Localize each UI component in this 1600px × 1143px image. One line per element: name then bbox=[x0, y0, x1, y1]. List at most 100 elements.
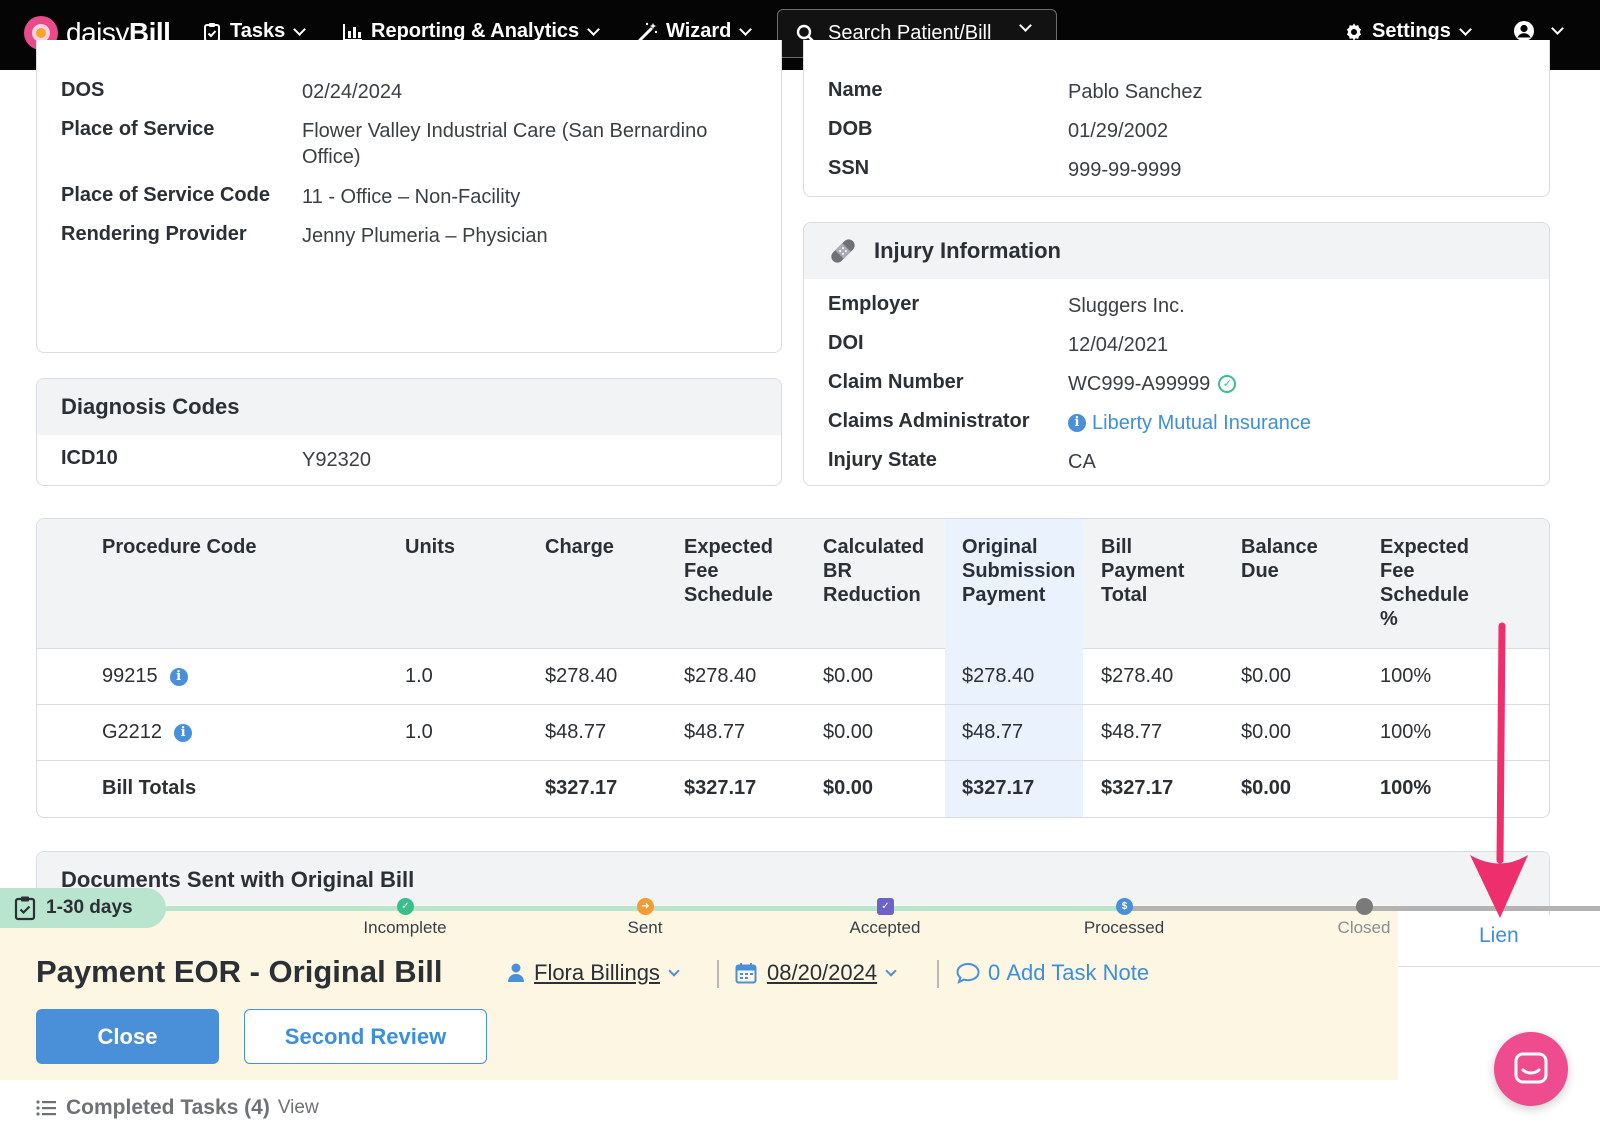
nav-user-menu[interactable] bbox=[1513, 20, 1564, 42]
total-efs-pct: 100% bbox=[1380, 777, 1432, 799]
due-date-value[interactable]: 08/20/2024 bbox=[767, 960, 877, 986]
total-osp: $327.17 bbox=[962, 777, 1035, 799]
th-calculated-br-reduction: Calculated BR Reduction bbox=[823, 535, 924, 607]
table-row: G2212 i 1.0 $48.77 $48.77 $0.00 $48.77 $… bbox=[37, 705, 1549, 761]
place-of-service-code-label: Place of Service Code bbox=[61, 184, 270, 206]
claims-admin-link[interactable]: i Liberty Mutual Insurance bbox=[1068, 410, 1311, 436]
claims-admin-value[interactable]: Liberty Mutual Insurance bbox=[1092, 410, 1311, 436]
procedure-code: G2212 bbox=[102, 721, 163, 743]
procedure-code: 99215 bbox=[102, 665, 158, 687]
th-expected-fee-schedule: Expected Fee Schedule bbox=[684, 535, 773, 607]
injury-info-header: Injury Information bbox=[804, 223, 1549, 279]
add-task-note-link[interactable]: 0 Add Task Note bbox=[956, 960, 1149, 986]
chat-support-button[interactable] bbox=[1494, 1032, 1568, 1106]
total-br: $0.00 bbox=[823, 777, 874, 799]
units-cell: 1.0 bbox=[405, 721, 433, 743]
days-badge: 1-30 days bbox=[0, 888, 166, 928]
th-line: Reduction bbox=[823, 584, 921, 606]
th-line: Expected bbox=[684, 536, 773, 558]
chat-icon bbox=[1513, 1051, 1549, 1087]
note-count[interactable]: 0 bbox=[988, 960, 1000, 986]
due-date-dropdown[interactable]: 08/20/2024 bbox=[735, 960, 897, 986]
efs-cell: $278.40 bbox=[684, 665, 757, 687]
add-task-note-label[interactable]: Add Task Note bbox=[1006, 960, 1149, 986]
th-line: Expected bbox=[1380, 536, 1469, 558]
step-label-closed: Closed bbox=[1337, 918, 1391, 937]
patient-ssn-value: 999-99-9999 bbox=[1068, 159, 1182, 181]
close-button[interactable]: Close bbox=[36, 1009, 219, 1064]
info-icon[interactable]: i bbox=[174, 723, 193, 742]
clipboard-check-icon bbox=[202, 22, 222, 42]
divider bbox=[717, 960, 719, 988]
comment-icon bbox=[956, 962, 980, 984]
chevron-down-icon bbox=[739, 22, 753, 36]
step-sent-arrow-icon: ➜ bbox=[637, 898, 654, 915]
procedures-table-header bbox=[37, 519, 1549, 649]
th-line: Payment bbox=[962, 584, 1046, 606]
th-line: Total bbox=[1101, 584, 1148, 606]
completed-tasks-view-link[interactable]: View bbox=[278, 1097, 319, 1119]
magic-wand-icon bbox=[638, 22, 658, 42]
th-expected-fee-schedule-pct: Expected Fee Schedule% bbox=[1380, 535, 1469, 631]
claim-number-label: Claim Number bbox=[828, 371, 964, 393]
bill-info-card: DOS 02/24/2024 Place of Service Flower V… bbox=[36, 40, 782, 353]
step-label-incomplete: Incomplete bbox=[363, 918, 447, 937]
bpt-cell: $48.77 bbox=[1101, 721, 1163, 743]
total-charge: $327.17 bbox=[545, 777, 618, 799]
th-line: Due bbox=[1241, 560, 1279, 582]
step-label-sent: Sent bbox=[627, 918, 663, 937]
place-of-service-value: Flower Valley Industrial Care (San Berna… bbox=[302, 120, 708, 168]
assignee-name[interactable]: Flora Billings bbox=[534, 960, 660, 986]
procedure-code-cell: G2212 i bbox=[102, 721, 193, 744]
patient-dob-value: 01/29/2002 bbox=[1068, 120, 1169, 142]
divider bbox=[937, 960, 939, 988]
assignee-dropdown[interactable]: Flora Billings bbox=[508, 960, 680, 986]
list-icon bbox=[36, 1099, 56, 1117]
th-bill-payment-total: Bill Payment Total bbox=[1101, 535, 1184, 607]
efs-cell: $48.77 bbox=[684, 721, 746, 743]
total-bpt: $327.17 bbox=[1101, 777, 1174, 799]
employer-label: Employer bbox=[828, 293, 920, 315]
completed-tasks-label: Completed Tasks (4) bbox=[66, 1096, 270, 1119]
th-procedure-code: Procedure Code bbox=[102, 536, 257, 558]
total-balance: $0.00 bbox=[1241, 777, 1292, 799]
chevron-down-icon bbox=[1019, 19, 1032, 32]
units-cell: 1.0 bbox=[405, 665, 433, 687]
total-efs: $327.17 bbox=[684, 777, 757, 799]
chevron-down-icon bbox=[1459, 22, 1472, 36]
icd10-value: Y92320 bbox=[302, 449, 371, 471]
table-row: 99215 i 1.0 $278.40 $278.40 $0.00 $278.4… bbox=[37, 649, 1549, 705]
step-closed-dot-icon bbox=[1356, 898, 1373, 915]
patient-info-card: Name Pablo Sanchez DOB 01/29/2002 SSN 99… bbox=[803, 40, 1550, 197]
doi-label: DOI bbox=[828, 332, 864, 354]
balance-cell: $0.00 bbox=[1241, 721, 1292, 743]
table-totals-row: Bill Totals $327.17 $327.17 $0.00 $327.1… bbox=[37, 761, 1549, 817]
bandage-icon bbox=[828, 236, 858, 266]
balance-cell: $0.00 bbox=[1241, 665, 1292, 687]
documents-title: Documents Sent with Original Bill bbox=[37, 852, 1549, 908]
calendar-icon bbox=[735, 962, 757, 984]
rendering-provider-label: Rendering Provider bbox=[61, 223, 247, 245]
chevron-down-icon bbox=[668, 964, 680, 977]
th-line: Schedule bbox=[684, 584, 773, 606]
second-review-button[interactable]: Second Review bbox=[244, 1009, 487, 1064]
annotation-arrow-icon bbox=[1470, 622, 1528, 918]
patient-dob-label: DOB bbox=[828, 118, 873, 140]
th-line: Schedule bbox=[1380, 584, 1469, 606]
claim-number-value: WC999-A99999 bbox=[1068, 373, 1211, 395]
employer-value: Sluggers Inc. bbox=[1068, 295, 1185, 317]
rendering-provider-value: Jenny Plumeria – Physician bbox=[302, 225, 548, 247]
patient-name-label: Name bbox=[828, 79, 883, 101]
chevron-down-icon bbox=[293, 22, 307, 36]
chevron-down-icon bbox=[1551, 22, 1564, 35]
osp-cell: $48.77 bbox=[962, 721, 1024, 743]
info-icon[interactable]: i bbox=[1068, 414, 1086, 432]
user-icon bbox=[508, 963, 524, 983]
patient-name-value: Pablo Sanchez bbox=[1068, 81, 1203, 103]
injury-info-title: Injury Information bbox=[874, 238, 1061, 263]
diagnosis-codes-card: Diagnosis Codes ICD10 Y92320 bbox=[36, 378, 782, 486]
th-original-submission-payment: Original Submission Payment bbox=[962, 535, 1075, 607]
chevron-down-icon bbox=[885, 964, 897, 977]
info-icon[interactable]: i bbox=[169, 667, 188, 686]
lien-tab[interactable]: Lien bbox=[1479, 924, 1519, 948]
